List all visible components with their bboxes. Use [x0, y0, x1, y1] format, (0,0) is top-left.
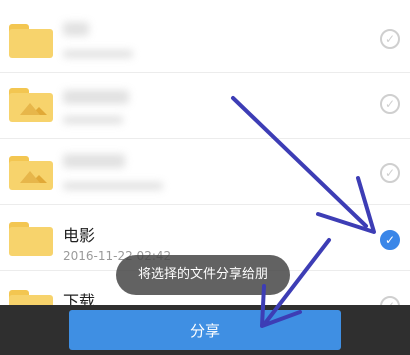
- select-checkbox[interactable]: ✓: [380, 163, 400, 183]
- share-button[interactable]: 分享: [69, 310, 341, 350]
- select-checkbox[interactable]: ✓: [380, 29, 400, 49]
- toast-message: 将选择的文件分享给朋: [116, 255, 290, 295]
- bottom-action-bar: 分享: [0, 305, 410, 355]
- folder-icon: [9, 222, 53, 256]
- image-folder-icon: [9, 156, 53, 190]
- folder-icon: [9, 24, 53, 58]
- file-date: [63, 116, 123, 124]
- select-checkbox[interactable]: ✓: [380, 94, 400, 114]
- file-name: [63, 154, 125, 168]
- file-row[interactable]: ✓: [0, 138, 410, 205]
- file-name: 电影: [63, 226, 96, 245]
- file-date: [63, 50, 133, 58]
- file-row[interactable]: ✓: [0, 6, 410, 73]
- file-name: [63, 90, 129, 104]
- select-checkbox-checked[interactable]: ✓: [380, 230, 400, 250]
- image-folder-icon: [9, 88, 53, 122]
- file-name: [63, 22, 89, 36]
- file-row[interactable]: ✓: [0, 72, 410, 139]
- file-date: [63, 182, 163, 190]
